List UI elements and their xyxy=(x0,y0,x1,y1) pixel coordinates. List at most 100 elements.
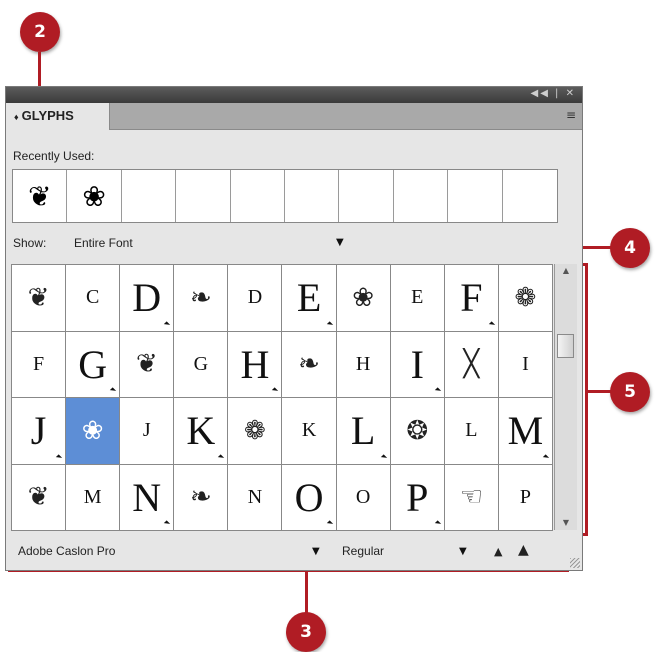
font-family-dropdown[interactable]: Adobe Caslon Pro xyxy=(18,544,115,558)
zoom-in-icon[interactable]: ▲ xyxy=(518,542,529,558)
alternates-indicator-icon[interactable] xyxy=(542,453,550,461)
recent-glyph-cell[interactable]: ❀ xyxy=(67,170,122,222)
recent-glyph-cell[interactable] xyxy=(122,170,177,222)
alternates-indicator-icon[interactable] xyxy=(326,520,333,527)
glyph-cell[interactable]: ❂ xyxy=(390,398,445,465)
letter-glyph: L xyxy=(465,419,478,442)
recently-used-label: Recently Used: xyxy=(13,149,95,163)
glyph-cell[interactable]: F xyxy=(12,331,67,398)
glyph-cell[interactable]: ❧ xyxy=(282,331,337,398)
ornament-glyph: ❀ xyxy=(352,282,375,313)
glyph-cell[interactable]: ╳ xyxy=(444,331,499,398)
alternates-indicator-icon[interactable] xyxy=(434,520,441,527)
letter-glyph: C xyxy=(85,286,100,309)
recent-glyph-cell[interactable] xyxy=(394,170,449,222)
zoom-out-icon[interactable]: ▲ xyxy=(494,545,502,558)
glyph-cell[interactable]: ☜ xyxy=(444,464,499,531)
recent-glyph: ❦ xyxy=(27,179,52,213)
glyph-cell[interactable]: P xyxy=(498,464,553,531)
recent-glyph-cell[interactable] xyxy=(503,170,557,222)
glyph-cell[interactable]: O xyxy=(282,464,337,531)
glyph-cell[interactable]: H xyxy=(336,331,391,398)
tab-glyphs[interactable]: ♦ GLYPHS xyxy=(6,103,110,130)
glyph-cell[interactable]: K xyxy=(282,398,337,465)
glyph-cell[interactable]: I xyxy=(498,331,553,398)
glyph-cell[interactable]: L xyxy=(444,398,499,465)
scrollbar-thumb[interactable] xyxy=(557,334,574,358)
alternates-indicator-icon[interactable] xyxy=(110,387,117,394)
glyph-cell[interactable]: ❦ xyxy=(12,265,67,332)
letter-glyph: N xyxy=(247,485,263,508)
glyph-cell[interactable]: J xyxy=(12,398,67,465)
tab-toggle-icon[interactable]: ♦ xyxy=(14,112,19,122)
glyph-cell[interactable]: N xyxy=(120,464,175,531)
glyph-cell[interactable]: D xyxy=(120,265,175,332)
letter-glyph: P xyxy=(406,474,429,520)
font-family-arrow-icon[interactable]: ▼ xyxy=(312,546,320,557)
glyph-cell[interactable]: F xyxy=(444,265,499,332)
glyph-cell[interactable]: E xyxy=(282,265,337,332)
glyph-cell[interactable]: O xyxy=(336,464,391,531)
letter-glyph: K xyxy=(186,408,216,454)
glyph-cell[interactable]: C xyxy=(66,265,121,332)
glyph-cell[interactable]: N xyxy=(228,464,283,531)
alternates-indicator-icon[interactable] xyxy=(380,453,387,461)
letter-glyph: M xyxy=(83,485,102,508)
glyph-cell[interactable]: E xyxy=(390,265,445,332)
letter-glyph: K xyxy=(301,419,317,442)
panel-menu-icon[interactable]: ≡ xyxy=(566,109,576,121)
glyph-cell[interactable]: ❧ xyxy=(174,265,229,332)
glyph-cell[interactable]: ❧ xyxy=(174,464,229,531)
recent-glyph-cell[interactable] xyxy=(285,170,340,222)
glyph-cell[interactable]: ❁ xyxy=(228,398,283,465)
alternates-indicator-icon[interactable] xyxy=(218,453,225,461)
recent-glyph-cell[interactable]: ❦ xyxy=(13,170,68,222)
window-controls[interactable]: ◀◀ | ✕ xyxy=(531,88,577,99)
scroll-up-arrow-icon[interactable]: ▲ xyxy=(555,264,577,278)
alternates-indicator-icon[interactable] xyxy=(434,387,441,394)
recently-used-strip: ❦ ❀ xyxy=(12,169,558,223)
font-style-arrow-icon[interactable]: ▼ xyxy=(459,546,467,557)
alternates-indicator-icon[interactable] xyxy=(326,320,333,328)
letter-glyph: L xyxy=(350,408,376,454)
glyph-cell[interactable]: ❦ xyxy=(120,331,175,398)
glyph-scrollbar[interactable]: ▲ ▼ xyxy=(554,264,577,530)
ornament-glyph: ❦ xyxy=(27,282,50,313)
recent-glyph-cell[interactable] xyxy=(231,170,285,222)
glyph-cell[interactable]: J xyxy=(120,398,175,465)
glyph-cell[interactable]: I xyxy=(390,331,445,398)
glyph-cell[interactable]: ❀ xyxy=(336,265,391,332)
recent-glyph-cell[interactable] xyxy=(448,170,503,222)
tab-row: ♦ GLYPHS ≡ xyxy=(6,103,582,130)
glyph-cell[interactable]: D xyxy=(228,265,283,332)
resize-grip-icon[interactable] xyxy=(570,558,580,568)
show-dropdown[interactable]: Entire Font ▼ xyxy=(74,232,354,252)
scroll-down-arrow-icon[interactable]: ▼ xyxy=(555,516,577,530)
glyph-cell[interactable]: L xyxy=(336,398,391,465)
ornament-glyph: ❧ xyxy=(298,349,320,380)
letter-glyph: I xyxy=(522,352,529,375)
glyph-cell[interactable]: M xyxy=(66,464,121,531)
glyph-cell[interactable]: ❁ xyxy=(498,265,553,332)
alternates-indicator-icon[interactable] xyxy=(272,387,279,394)
glyph-cell[interactable]: G xyxy=(174,331,229,398)
ornament-glyph: ❀ xyxy=(81,415,104,446)
font-style-dropdown[interactable]: Regular xyxy=(342,544,384,558)
alternates-indicator-icon[interactable] xyxy=(164,520,171,527)
glyph-cell[interactable]: M xyxy=(498,398,553,465)
glyph-cell[interactable]: G xyxy=(66,331,121,398)
letter-glyph: P xyxy=(519,485,531,508)
alternates-indicator-icon[interactable] xyxy=(488,320,496,328)
show-dropdown-arrow-icon[interactable]: ▼ xyxy=(336,237,344,248)
glyph-cell[interactable]: P xyxy=(390,464,445,531)
letter-glyph: E xyxy=(296,275,322,321)
glyph-cell[interactable]: ❀ xyxy=(66,398,121,465)
recent-glyph-cell[interactable] xyxy=(176,170,231,222)
glyph-cell[interactable]: ❦ xyxy=(12,464,67,531)
recent-glyph-cell[interactable] xyxy=(339,170,394,222)
alternates-indicator-icon[interactable] xyxy=(55,453,63,461)
alternates-indicator-icon[interactable] xyxy=(164,320,171,328)
glyph-cell[interactable]: H xyxy=(228,331,283,398)
panel-titlebar[interactable]: ◀◀ | ✕ xyxy=(6,87,582,103)
glyph-cell[interactable]: K xyxy=(174,398,229,465)
